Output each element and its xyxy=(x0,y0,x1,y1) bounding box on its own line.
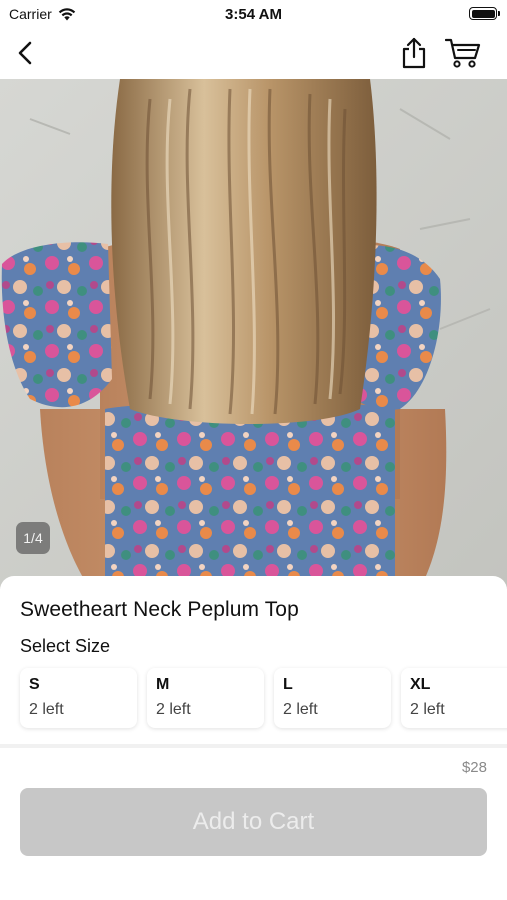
size-stock: 2 left xyxy=(156,701,191,718)
clock: 3:54 AM xyxy=(225,6,282,23)
product-photo-illustration xyxy=(0,79,507,589)
share-button[interactable] xyxy=(399,36,429,70)
cart-icon xyxy=(444,38,481,68)
product-price: $28 xyxy=(461,759,487,776)
size-name: XL xyxy=(410,676,431,693)
chevron-left-icon xyxy=(18,41,32,65)
product-title: Sweetheart Neck Peplum Top xyxy=(20,598,299,621)
back-button[interactable] xyxy=(10,38,40,68)
image-counter-badge: 1/4 xyxy=(16,522,50,554)
battery-icon xyxy=(469,7,500,20)
size-name: M xyxy=(156,676,170,693)
size-stock: 2 left xyxy=(410,701,445,718)
size-option-l[interactable]: L 2 left xyxy=(274,668,391,728)
size-option-s[interactable]: S 2 left xyxy=(20,668,137,728)
size-option-m[interactable]: M 2 left xyxy=(147,668,264,728)
share-icon xyxy=(402,37,426,69)
size-option-xl[interactable]: XL 2 left xyxy=(401,668,507,728)
size-options: S 2 left M 2 left L 2 left XL 2 left xyxy=(20,668,507,728)
select-size-label: Select Size xyxy=(20,636,111,656)
size-name: L xyxy=(283,676,293,693)
size-stock: 2 left xyxy=(283,701,318,718)
section-divider xyxy=(0,744,507,748)
size-name: S xyxy=(29,676,40,693)
add-to-cart-button[interactable]: Add to Cart xyxy=(20,788,487,856)
cart-button[interactable] xyxy=(444,37,481,69)
product-details-sheet: Sweetheart Neck Peplum Top Select Size S… xyxy=(0,576,507,900)
size-stock: 2 left xyxy=(29,701,64,718)
product-photo[interactable] xyxy=(0,79,507,589)
status-bar: Carrier 3:54 AM xyxy=(0,0,507,28)
navigation-bar xyxy=(0,28,507,78)
